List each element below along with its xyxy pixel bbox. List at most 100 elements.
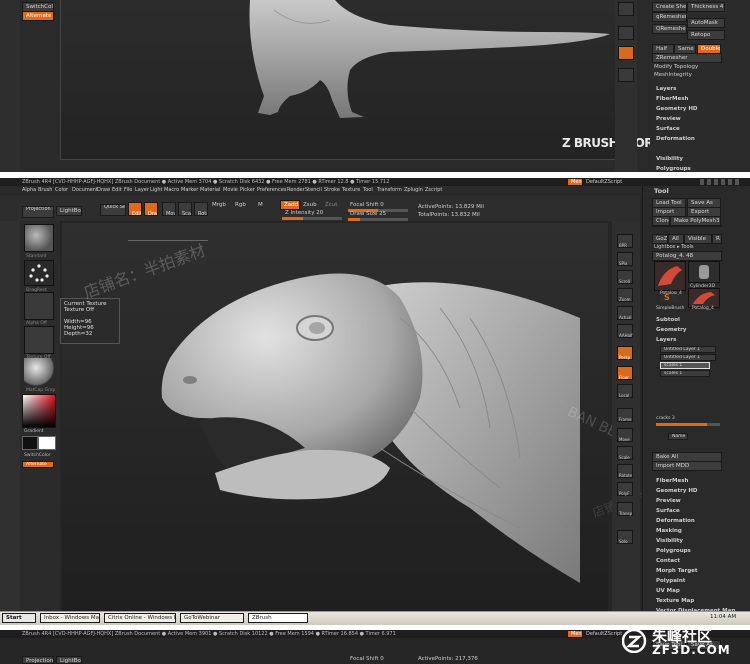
m-button[interactable]: M — [258, 202, 263, 208]
meshintegrity-label[interactable]: MeshIntegrity — [654, 72, 692, 78]
scale-view-icon[interactable]: Scale — [617, 446, 633, 460]
qremesher-alt-button[interactable]: QRemesher — [652, 24, 687, 34]
move-view-icon[interactable]: Move — [617, 428, 633, 442]
alpha-thumb[interactable] — [24, 292, 54, 320]
tool-thumb-potalog-small[interactable] — [688, 288, 720, 308]
quick-sketch-button[interactable]: Quick Sketch — [100, 204, 126, 216]
menu-file[interactable]: File — [124, 187, 132, 193]
bottom-default-zscript[interactable]: DefaultZScript — [586, 631, 622, 637]
menu-zplugin[interactable]: Zplugin — [404, 187, 423, 193]
surface-section[interactable]: Surface — [656, 508, 680, 514]
spix-icon[interactable]: SPix — [617, 252, 633, 266]
start-button[interactable]: Start — [2, 613, 36, 623]
menu-stencil[interactable]: Stencil — [305, 187, 322, 193]
scale-button[interactable]: Scale — [178, 202, 192, 216]
modify-topology-label[interactable]: Modify Topology — [654, 64, 698, 70]
frame-icon[interactable]: Frame — [617, 408, 633, 422]
bottom-lightbox-button[interactable]: LightBox — [56, 656, 82, 664]
edit-button[interactable]: Edit — [128, 202, 142, 216]
secondary-color-swatch[interactable] — [38, 436, 56, 450]
menu-macro[interactable]: Macro — [164, 187, 179, 193]
layers-section[interactable]: Layers — [656, 337, 676, 343]
floor-main-icon[interactable]: Floor — [617, 366, 633, 380]
persp-main-icon[interactable]: Persp — [617, 346, 633, 360]
layer-row-1[interactable]: Untitled Layer 1 — [660, 346, 716, 353]
menu-stroke[interactable]: Stroke — [324, 187, 340, 193]
stroke-dragrect-thumb[interactable] — [24, 260, 54, 286]
zsub-button[interactable]: Zsub — [303, 202, 317, 208]
texture-thumb[interactable] — [24, 326, 54, 354]
cracks-layer-label[interactable]: cracks 3 — [656, 416, 675, 421]
alternate-color-button[interactable]: Alternate — [22, 461, 54, 468]
preview-section[interactable]: Preview — [656, 498, 681, 504]
floor-icon[interactable] — [618, 26, 634, 40]
import-mdd-button[interactable]: Import MDD — [652, 461, 722, 471]
visibility-menu-item[interactable]: Visibility — [656, 156, 683, 162]
taskbar-item-gotowebinar[interactable]: GoToWebinar — [180, 613, 244, 623]
polygroups-menu-item[interactable]: Polygroups — [656, 166, 691, 172]
taskbar-item-citrix[interactable]: Citrix Online - Windows I... — [104, 613, 176, 623]
taskbar-item-zbrush[interactable]: ZBrush — [248, 613, 308, 623]
transp-icon[interactable]: Transp — [617, 502, 633, 516]
menu-zscript[interactable]: Zscript — [425, 187, 442, 193]
move-icon[interactable] — [618, 46, 634, 60]
tool-thumb-s-brush[interactable]: S — [660, 293, 678, 302]
surface-menu-item[interactable]: Surface — [656, 126, 680, 132]
thickness-slider[interactable]: Thickness 4 — [687, 2, 725, 12]
preview-menu-item[interactable]: Preview — [656, 116, 681, 122]
layers-menu-item[interactable]: Layers — [656, 86, 676, 92]
matcap-gray-thumb[interactable] — [24, 358, 54, 386]
r-button[interactable]: R — [712, 234, 722, 244]
layer-intensity-track[interactable] — [656, 423, 720, 426]
menu-edit[interactable]: Edit — [112, 187, 122, 193]
polypaint-section[interactable]: Polypaint — [656, 578, 685, 584]
geometry-section[interactable]: Geometry — [656, 327, 686, 333]
retopo-button[interactable]: Retopo — [687, 30, 725, 40]
menu-document[interactable]: Document — [72, 187, 98, 193]
menu-render[interactable]: Render — [287, 187, 305, 193]
clone-all-subtools-button[interactable] — [652, 225, 722, 227]
z-intensity-track[interactable] — [282, 217, 342, 220]
menu-color[interactable]: Color — [55, 187, 68, 193]
fibermesh-menu-item[interactable]: FiberMesh — [656, 96, 688, 102]
persp-icon[interactable] — [618, 2, 634, 16]
menu-draw[interactable]: Draw — [97, 187, 110, 193]
menu-movie[interactable]: Movie — [223, 187, 238, 193]
move-button[interactable]: Move — [162, 202, 176, 216]
lightbox-tools-link[interactable]: Lightbox ▸ Tools — [654, 244, 694, 250]
color-picker-swatch[interactable] — [22, 394, 56, 428]
zcut-button[interactable]: Zcut — [325, 202, 337, 208]
deformation-section[interactable]: Deformation — [656, 518, 695, 524]
z-intensity-slider[interactable]: Z Intensity 20 — [285, 210, 323, 216]
switch-color-label[interactable]: SwitchColor — [24, 453, 51, 458]
geometry-hd-menu-item[interactable]: Geometry HD — [656, 106, 698, 112]
local-icon[interactable]: Local — [617, 384, 633, 398]
fibermesh-section[interactable]: FiberMesh — [656, 478, 688, 484]
zoom-icon[interactable]: Zoom — [617, 288, 633, 302]
rotate-button[interactable]: Rotate — [194, 202, 208, 216]
texture-map-section[interactable]: Texture Map — [656, 598, 694, 604]
automask-button[interactable]: AutoMask — [687, 18, 725, 28]
solo-icon[interactable]: Solo — [617, 530, 633, 544]
bottom-projection-master-button[interactable]: Projection Master — [22, 656, 54, 664]
actual-icon[interactable]: Actual — [617, 306, 633, 320]
all-button[interactable]: All — [668, 234, 684, 244]
menus-button[interactable]: Menus — [567, 178, 583, 186]
tool-thumb-cylinder[interactable] — [688, 261, 720, 283]
rotate-view-icon[interactable]: Rotate — [617, 464, 633, 478]
create-shell-button[interactable]: Create Shell — [652, 2, 687, 12]
menu-tool[interactable]: Tool — [363, 187, 373, 193]
menu-preferences[interactable]: Preferences — [257, 187, 286, 193]
alternate-button[interactable]: Alternate — [22, 11, 54, 21]
tool-thumb-potalog[interactable] — [654, 261, 686, 291]
layer-name-button[interactable]: Name — [668, 433, 688, 440]
contact-section[interactable]: Contact — [656, 558, 680, 564]
polygroups-section[interactable]: Polygroups — [656, 548, 691, 554]
visibility-section[interactable]: Visibility — [656, 538, 683, 544]
projection-master-button[interactable]: Projection Master — [22, 206, 54, 218]
menu-transform[interactable]: Transform — [377, 187, 402, 193]
draw-button[interactable]: Draw — [144, 202, 158, 216]
window-controls[interactable] — [700, 179, 740, 185]
masking-section[interactable]: Masking — [656, 528, 682, 534]
bpr-icon[interactable]: BPR — [617, 234, 633, 248]
